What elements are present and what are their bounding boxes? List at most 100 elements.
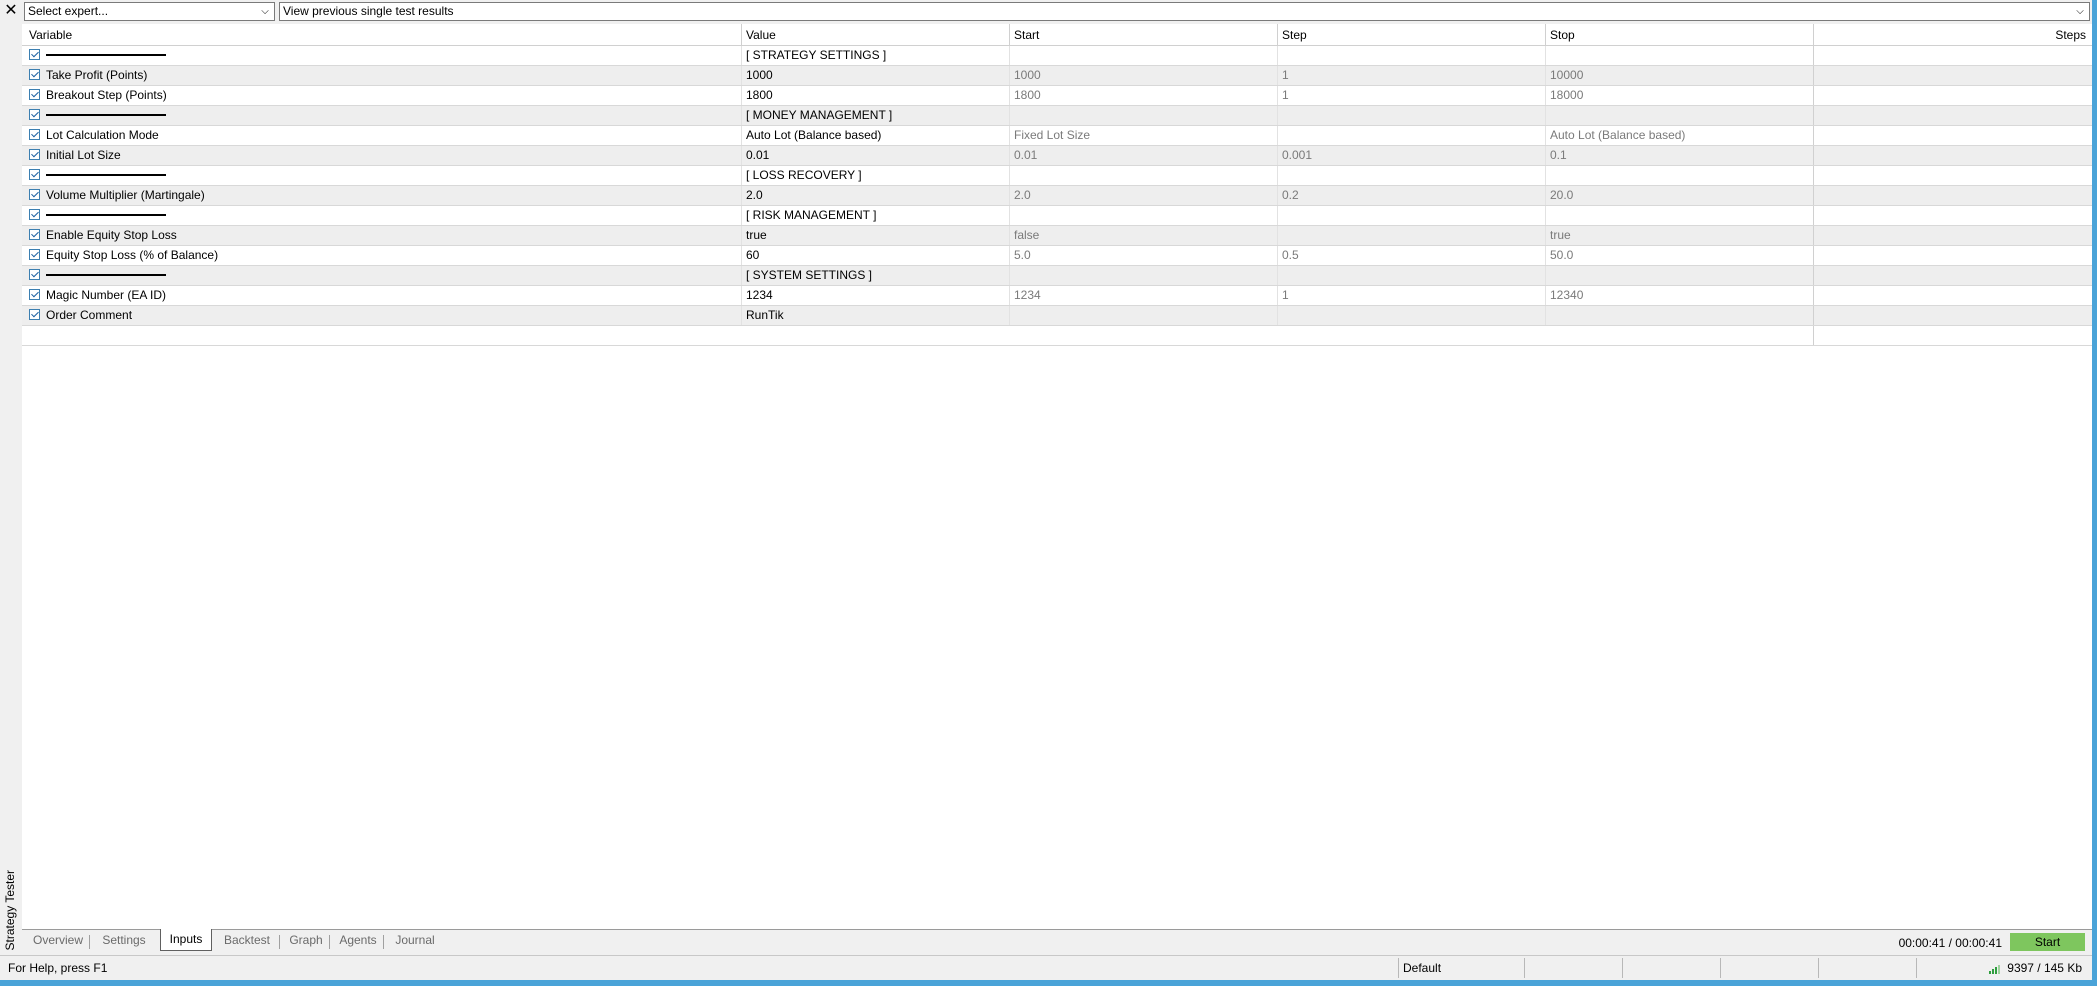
variable-cell[interactable]: Initial Lot Size bbox=[22, 146, 741, 165]
step-cell[interactable] bbox=[1277, 226, 1545, 245]
step-cell[interactable] bbox=[1277, 126, 1545, 145]
header-stop[interactable]: Stop bbox=[1545, 24, 1813, 45]
start-cell[interactable]: 1000 bbox=[1009, 66, 1277, 85]
variable-cell[interactable]: Breakout Step (Points) bbox=[22, 86, 741, 105]
step-cell[interactable] bbox=[1277, 306, 1545, 325]
value-cell[interactable]: true bbox=[741, 226, 1009, 245]
value-cell[interactable]: Auto Lot (Balance based) bbox=[741, 126, 1009, 145]
header-steps[interactable]: Steps bbox=[1813, 24, 2092, 45]
tab-backtest[interactable]: Backtest bbox=[215, 930, 279, 950]
start-cell[interactable] bbox=[1009, 306, 1277, 325]
param-row[interactable]: Enable Equity Stop Loss true false true bbox=[22, 226, 2092, 246]
checkbox[interactable] bbox=[29, 229, 40, 241]
tab-agents[interactable]: Agents bbox=[333, 930, 383, 950]
checkbox[interactable] bbox=[29, 89, 40, 101]
param-row[interactable]: Lot Calculation Mode Auto Lot (Balance ba… bbox=[22, 126, 2092, 146]
variable-cell[interactable] bbox=[22, 46, 741, 65]
stop-cell[interactable] bbox=[1545, 306, 1813, 325]
step-cell[interactable]: 0.2 bbox=[1277, 186, 1545, 205]
start-cell bbox=[1009, 266, 1277, 285]
close-icon[interactable]: ✕ bbox=[4, 1, 18, 21]
checkbox[interactable] bbox=[29, 309, 40, 321]
param-row[interactable]: Equity Stop Loss (% of Balance) 60 5.0 0.5 5… bbox=[22, 246, 2092, 266]
checkbox[interactable] bbox=[29, 49, 40, 61]
value-cell[interactable]: 0.01 bbox=[741, 146, 1009, 165]
checkbox[interactable] bbox=[29, 109, 40, 121]
header-variable[interactable]: Variable bbox=[22, 24, 741, 45]
stop-cell[interactable]: 10000 bbox=[1545, 66, 1813, 85]
checkbox[interactable] bbox=[29, 189, 40, 201]
stop-cell[interactable]: 12340 bbox=[1545, 286, 1813, 305]
value-cell[interactable]: 2.0 bbox=[741, 186, 1009, 205]
start-button[interactable]: Start bbox=[2010, 933, 2085, 951]
param-row[interactable]: Take Profit (Points) 1000 1000 1 10000 bbox=[22, 66, 2092, 86]
tab-overview[interactable]: Overview bbox=[27, 930, 89, 950]
value-cell[interactable]: 1000 bbox=[741, 66, 1009, 85]
chevron-down-icon[interactable]: ⌵ bbox=[259, 3, 271, 20]
variable-cell[interactable] bbox=[22, 166, 741, 185]
tab-separator bbox=[89, 935, 90, 949]
checkbox[interactable] bbox=[29, 209, 40, 221]
step-cell[interactable]: 0.5 bbox=[1277, 246, 1545, 265]
tab-graph[interactable]: Graph bbox=[283, 930, 329, 950]
variable-cell[interactable]: Lot Calculation Mode bbox=[22, 126, 741, 145]
chevron-down-icon[interactable]: ⌵ bbox=[2074, 3, 2086, 20]
section-row[interactable]: [ STRATEGY SETTINGS ] bbox=[22, 46, 2092, 66]
stop-cell[interactable]: 0.1 bbox=[1545, 146, 1813, 165]
param-row[interactable]: Order Comment RunTik bbox=[22, 306, 2092, 326]
stop-cell[interactable]: 18000 bbox=[1545, 86, 1813, 105]
start-cell[interactable]: false bbox=[1009, 226, 1277, 245]
stop-cell[interactable]: 20.0 bbox=[1545, 186, 1813, 205]
checkbox[interactable] bbox=[29, 69, 40, 81]
param-row[interactable]: Breakout Step (Points) 1800 1800 1 18000 bbox=[22, 86, 2092, 106]
param-row[interactable]: Initial Lot Size 0.01 0.01 0.001 0.1 bbox=[22, 146, 2092, 166]
variable-cell[interactable]: Take Profit (Points) bbox=[22, 66, 741, 85]
section-row[interactable]: [ LOSS RECOVERY ] bbox=[22, 166, 2092, 186]
start-cell[interactable]: 1800 bbox=[1009, 86, 1277, 105]
value-cell[interactable]: 1234 bbox=[741, 286, 1009, 305]
variable-cell[interactable]: Equity Stop Loss (% of Balance) bbox=[22, 246, 741, 265]
stop-cell[interactable]: 50.0 bbox=[1545, 246, 1813, 265]
param-row[interactable]: Volume Multiplier (Martingale) 2.0 2.0 0.2 2… bbox=[22, 186, 2092, 206]
variable-cell[interactable] bbox=[22, 106, 741, 125]
checkbox[interactable] bbox=[29, 149, 40, 161]
start-cell[interactable]: 1234 bbox=[1009, 286, 1277, 305]
header-step[interactable]: Step bbox=[1277, 24, 1545, 45]
step-cell[interactable]: 1 bbox=[1277, 286, 1545, 305]
variable-cell[interactable]: Volume Multiplier (Martingale) bbox=[22, 186, 741, 205]
value-cell[interactable]: 1800 bbox=[741, 86, 1009, 105]
tab-bar: Overview Settings Inputs Backtest Graph Agent… bbox=[22, 929, 2092, 956]
checkbox[interactable] bbox=[29, 129, 40, 141]
checkbox[interactable] bbox=[29, 249, 40, 261]
step-cell[interactable]: 1 bbox=[1277, 86, 1545, 105]
stop-cell[interactable]: Auto Lot (Balance based) bbox=[1545, 126, 1813, 145]
start-cell[interactable]: Fixed Lot Size bbox=[1009, 126, 1277, 145]
variable-cell[interactable] bbox=[22, 266, 741, 285]
param-row[interactable]: Magic Number (EA ID) 1234 1234 1 12340 bbox=[22, 286, 2092, 306]
section-row[interactable]: [ SYSTEM SETTINGS ] bbox=[22, 266, 2092, 286]
variable-cell[interactable]: Magic Number (EA ID) bbox=[22, 286, 741, 305]
checkbox[interactable] bbox=[29, 269, 40, 281]
tab-settings[interactable]: Settings bbox=[92, 930, 156, 950]
tab-inputs[interactable]: Inputs bbox=[160, 929, 212, 951]
variable-cell[interactable]: Enable Equity Stop Loss bbox=[22, 226, 741, 245]
history-select[interactable]: View previous single test results ⌵ bbox=[279, 2, 2090, 21]
section-row[interactable]: [ MONEY MANAGEMENT ] bbox=[22, 106, 2092, 126]
value-cell[interactable]: RunTik bbox=[741, 306, 1009, 325]
step-cell[interactable]: 1 bbox=[1277, 66, 1545, 85]
value-cell[interactable]: 60 bbox=[741, 246, 1009, 265]
section-row[interactable]: [ RISK MANAGEMENT ] bbox=[22, 206, 2092, 226]
stop-cell[interactable]: true bbox=[1545, 226, 1813, 245]
checkbox[interactable] bbox=[29, 289, 40, 301]
step-cell[interactable]: 0.001 bbox=[1277, 146, 1545, 165]
variable-cell[interactable]: Order Comment bbox=[22, 306, 741, 325]
header-start[interactable]: Start bbox=[1009, 24, 1277, 45]
tab-journal[interactable]: Journal bbox=[388, 930, 442, 950]
expert-select[interactable]: Select expert... ⌵ bbox=[24, 2, 275, 21]
variable-cell[interactable] bbox=[22, 206, 741, 225]
checkbox[interactable] bbox=[29, 169, 40, 181]
start-cell[interactable]: 2.0 bbox=[1009, 186, 1277, 205]
start-cell[interactable]: 0.01 bbox=[1009, 146, 1277, 165]
header-value[interactable]: Value bbox=[741, 24, 1009, 45]
start-cell[interactable]: 5.0 bbox=[1009, 246, 1277, 265]
